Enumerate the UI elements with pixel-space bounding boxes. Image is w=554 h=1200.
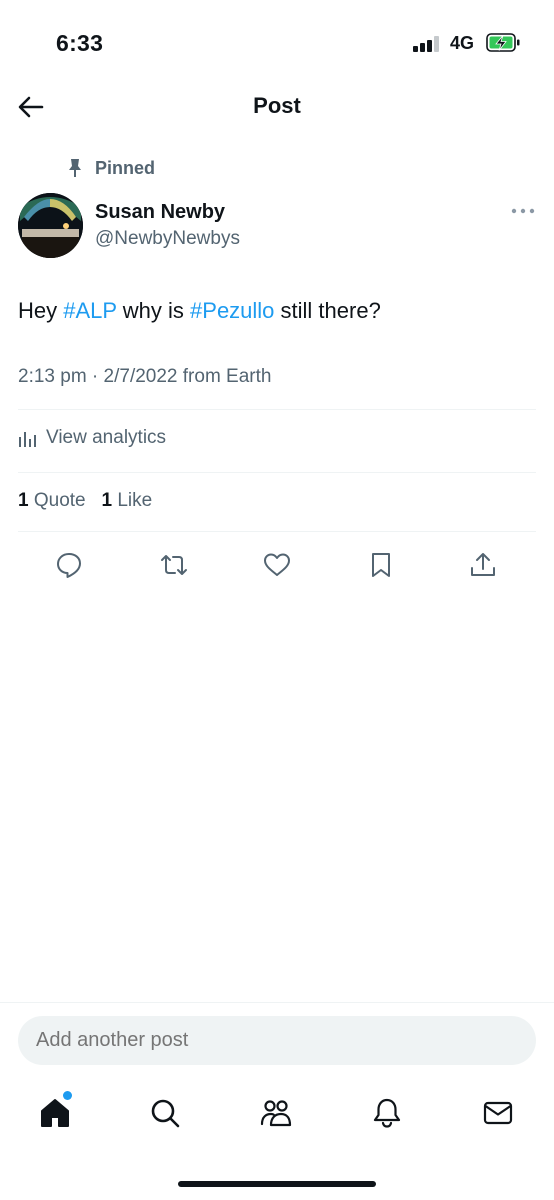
network-type: 4G bbox=[450, 33, 475, 53]
author-name[interactable]: Susan Newby bbox=[95, 201, 225, 224]
reply-icon[interactable] bbox=[54, 550, 84, 580]
divider bbox=[18, 472, 536, 473]
communities-icon[interactable] bbox=[259, 1096, 293, 1130]
like-icon[interactable] bbox=[262, 550, 292, 580]
share-icon[interactable] bbox=[468, 550, 498, 580]
like-count: 1 bbox=[101, 490, 113, 511]
author-handle[interactable]: @NewbyNewbys bbox=[95, 228, 240, 250]
hashtag-link[interactable]: #Pezullo bbox=[190, 298, 274, 323]
reply-input[interactable] bbox=[18, 1016, 536, 1065]
page-title: Post bbox=[253, 93, 301, 118]
notifications-icon[interactable] bbox=[370, 1096, 404, 1130]
home-icon[interactable] bbox=[38, 1096, 72, 1130]
hashtag-link[interactable]: #ALP bbox=[63, 298, 116, 323]
pinned-label: Pinned bbox=[95, 158, 156, 178]
cellular-signal-icon bbox=[413, 36, 441, 52]
avatar[interactable] bbox=[18, 193, 83, 258]
divider bbox=[0, 1002, 554, 1003]
analytics-icon bbox=[18, 428, 38, 448]
engagement-stats: 1 Quote 1 Like bbox=[18, 490, 152, 512]
notification-dot bbox=[63, 1091, 72, 1100]
post-text-middle: why is bbox=[116, 298, 191, 323]
quote-label: Quote bbox=[33, 490, 86, 511]
home-indicator bbox=[178, 1181, 376, 1187]
view-analytics-link[interactable]: View analytics bbox=[18, 427, 166, 449]
repost-icon[interactable] bbox=[159, 550, 189, 580]
bookmark-icon[interactable] bbox=[366, 550, 396, 580]
status-time: 6:33 bbox=[56, 30, 104, 56]
post-text: Hey #ALP why is #Pezullo still there? bbox=[18, 296, 381, 326]
analytics-label: View analytics bbox=[46, 427, 167, 448]
divider bbox=[18, 409, 536, 410]
like-label: Like bbox=[117, 490, 153, 511]
battery-charging-icon bbox=[486, 33, 520, 53]
quotes-stat[interactable]: 1 Quote bbox=[18, 490, 86, 511]
quote-count: 1 bbox=[18, 490, 29, 511]
post-text-end: still there? bbox=[274, 298, 381, 323]
post-timestamp: 2:13 pm · 2/7/2022 from Earth bbox=[18, 366, 272, 387]
messages-icon[interactable] bbox=[481, 1096, 515, 1130]
pin-icon bbox=[64, 157, 86, 179]
more-options-icon[interactable] bbox=[510, 203, 536, 219]
post-text-start: Hey bbox=[18, 298, 64, 323]
search-icon[interactable] bbox=[148, 1096, 182, 1130]
divider bbox=[18, 531, 536, 532]
likes-stat[interactable]: 1 Like bbox=[101, 490, 152, 511]
